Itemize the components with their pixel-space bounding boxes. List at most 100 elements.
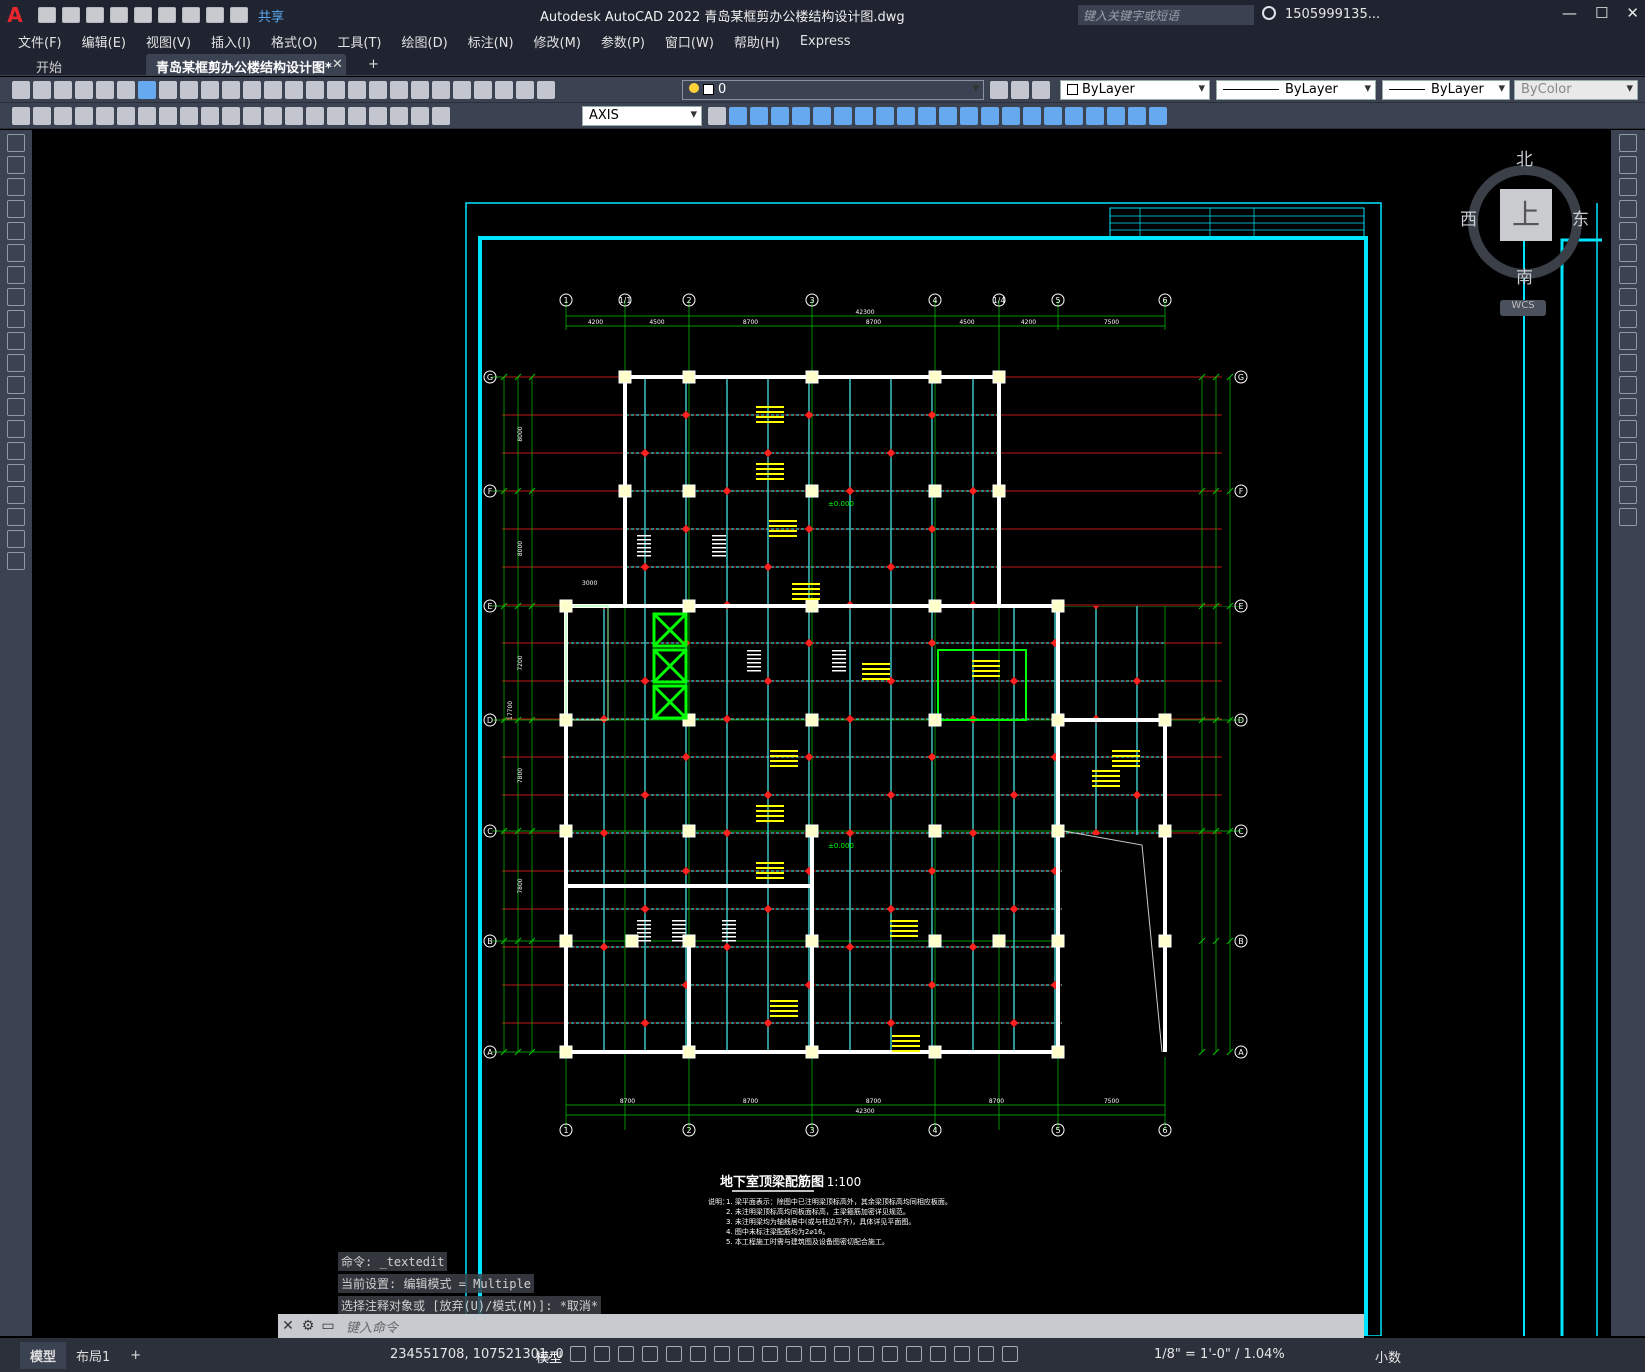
lineweight-icon[interactable] (786, 1346, 802, 1362)
layer-manager-icon[interactable] (537, 81, 555, 99)
move-icon[interactable] (834, 107, 852, 125)
jogged-linear-icon[interactable] (348, 107, 366, 125)
explode-icon[interactable] (1044, 107, 1062, 125)
save-icon[interactable] (54, 81, 72, 99)
blend-icon[interactable] (1619, 486, 1637, 504)
close-command-icon[interactable]: ✕ (278, 1318, 298, 1334)
color-dropdown[interactable]: ByLayer (1060, 80, 1210, 100)
designcenter-icon[interactable] (411, 81, 429, 99)
close-button[interactable]: ✕ (1626, 4, 1639, 22)
break-tool-icon[interactable] (1619, 398, 1637, 416)
ordinate-dim-icon[interactable] (75, 107, 93, 125)
qnew-icon[interactable] (12, 81, 30, 99)
pan-icon[interactable] (306, 81, 324, 99)
help-icon[interactable] (516, 81, 534, 99)
sheetset-icon[interactable] (453, 81, 471, 99)
layer-state-icon[interactable] (1032, 81, 1050, 99)
hatch-tool-icon[interactable] (7, 442, 25, 460)
transparency-icon[interactable] (810, 1346, 826, 1362)
infer-constraints-icon[interactable] (618, 1346, 634, 1362)
array-icon[interactable] (813, 107, 831, 125)
menu-parametric[interactable]: 参数(P) (601, 32, 645, 51)
scale-tool-icon[interactable] (1619, 288, 1637, 306)
3d-osnap-icon[interactable] (858, 1346, 874, 1362)
make-block-icon[interactable] (1107, 107, 1125, 125)
layer-dropdown[interactable]: 0 (682, 80, 984, 100)
properties-icon[interactable] (390, 81, 408, 99)
auto-scale-icon[interactable] (978, 1346, 994, 1362)
chamfer-tool-icon[interactable] (1619, 442, 1637, 460)
drawing-canvas[interactable]: 1 1/1 2 3 4 1/4 5 6 1 2 3 4 5 6 G G F F E E D D C C B B A A 42300 42… (32, 130, 1611, 1336)
erase-tool-icon[interactable] (1619, 134, 1637, 152)
circle-icon[interactable] (7, 266, 25, 284)
break-at-point-icon[interactable] (1619, 376, 1637, 394)
gradient-icon[interactable] (7, 464, 25, 482)
maximize-button[interactable]: ☐ (1595, 4, 1608, 22)
tab-layout1[interactable]: 布局1 (66, 1346, 120, 1365)
copy-icon[interactable] (180, 81, 198, 99)
join-icon[interactable] (981, 107, 999, 125)
plot-icon[interactable] (75, 81, 93, 99)
save-web-icon[interactable] (158, 7, 176, 23)
layer-previous-icon[interactable] (1011, 81, 1029, 99)
paste-icon[interactable] (201, 81, 219, 99)
jogged-dim-icon[interactable] (117, 107, 135, 125)
fillet-icon[interactable] (1023, 107, 1041, 125)
insert-icon[interactable] (7, 376, 25, 394)
object-snap-icon[interactable] (762, 1346, 778, 1362)
object-snap-tracking-icon[interactable] (738, 1346, 754, 1362)
viewcube[interactable]: 上 北 南 西 东 WCS (1460, 145, 1590, 325)
offset-tool-icon[interactable] (1619, 200, 1637, 218)
command-input[interactable]: 键入命令 (338, 1317, 398, 1336)
open-file-icon[interactable] (62, 7, 80, 23)
make-current-icon[interactable] (990, 81, 1008, 99)
markup-icon[interactable] (474, 81, 492, 99)
rotate-tool-icon[interactable] (1619, 266, 1637, 284)
add-selected-icon[interactable] (7, 552, 25, 570)
polar-icon[interactable] (690, 1346, 706, 1362)
hatch-icon[interactable] (1149, 107, 1167, 125)
dim-style-icon[interactable] (432, 107, 450, 125)
user-account[interactable]: 1505999135... (1285, 7, 1380, 22)
linear-dim-icon[interactable] (12, 107, 30, 125)
dynamic-ucs-icon[interactable] (882, 1346, 898, 1362)
tab-document[interactable]: 青岛某框剪办公楼结构设计图* (146, 54, 346, 76)
copy-object-icon[interactable] (750, 107, 768, 125)
cut-icon[interactable] (159, 81, 177, 99)
zoom-previous-icon[interactable] (369, 81, 387, 99)
annotation-visibility-icon[interactable] (954, 1346, 970, 1362)
menu-window[interactable]: 窗口(W) (665, 32, 714, 51)
menu-format[interactable]: 格式(O) (271, 32, 317, 51)
arc-icon[interactable] (7, 244, 25, 262)
stretch-icon[interactable] (897, 107, 915, 125)
share-button[interactable]: 共享 (258, 6, 284, 25)
menu-view[interactable]: 视图(V) (146, 32, 191, 51)
menu-help[interactable]: 帮助(H) (734, 32, 780, 51)
stretch-tool-icon[interactable] (1619, 310, 1637, 328)
dim-text-edit-icon[interactable] (390, 107, 408, 125)
annotation-scale-icon[interactable] (1002, 1346, 1018, 1362)
open-icon[interactable] (33, 81, 51, 99)
open-web-icon[interactable] (134, 7, 152, 23)
mtext-icon[interactable] (7, 530, 25, 548)
diameter-dim-icon[interactable] (138, 107, 156, 125)
erase-icon[interactable] (729, 107, 747, 125)
dim-edit-icon[interactable] (369, 107, 387, 125)
rectangle-icon[interactable] (7, 222, 25, 240)
model-space-toggle[interactable]: 模型 (536, 1347, 562, 1366)
rotate-icon[interactable] (855, 107, 873, 125)
spline-icon[interactable] (7, 310, 25, 328)
ortho-icon[interactable] (666, 1346, 682, 1362)
draworder-icon[interactable] (1065, 107, 1083, 125)
scale-icon[interactable] (876, 107, 894, 125)
compass-north[interactable]: 北 (1516, 145, 1533, 170)
plotstyle-dropdown[interactable]: ByColor (1514, 80, 1638, 100)
calculator-icon[interactable] (495, 81, 513, 99)
aligned-dim-icon[interactable] (33, 107, 51, 125)
publish-icon[interactable] (117, 81, 135, 99)
chamfer-icon[interactable] (1002, 107, 1020, 125)
fillet-tool-icon[interactable] (1619, 464, 1637, 482)
compass-south[interactable]: 南 (1516, 263, 1533, 288)
trim-tool-icon[interactable] (1619, 332, 1637, 350)
dynamic-input-icon[interactable] (642, 1346, 658, 1362)
